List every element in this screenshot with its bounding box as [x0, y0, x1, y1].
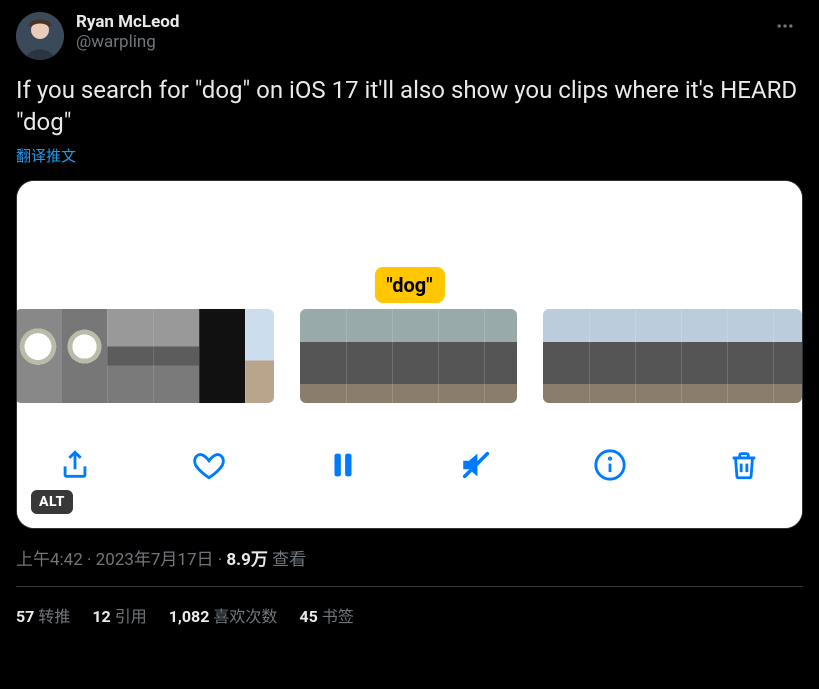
- sep: ·: [83, 550, 96, 570]
- tweet-container: Ryan McLeod @warpling If you search for …: [0, 0, 819, 643]
- thumbnail-frame: [392, 309, 438, 403]
- pause-icon[interactable]: [313, 435, 373, 495]
- tweet-time[interactable]: 上午4:42: [16, 550, 83, 570]
- quotes-label: 引用: [115, 607, 147, 626]
- video-timeline[interactable]: [17, 309, 802, 403]
- user-info: Ryan McLeod @warpling: [76, 12, 759, 52]
- clip-group-2[interactable]: [300, 309, 516, 403]
- media-top-area: "dog": [17, 181, 802, 309]
- tweet-header: Ryan McLeod @warpling: [16, 12, 803, 60]
- info-icon[interactable]: [580, 435, 640, 495]
- stat-bookmarks[interactable]: 45 书签: [299, 603, 353, 627]
- tweet-text: If you search for "dog" on iOS 17 it'll …: [16, 74, 803, 139]
- bookmarks-count: 45: [299, 607, 317, 626]
- sep: ·: [214, 550, 227, 570]
- mute-icon[interactable]: [446, 435, 506, 495]
- thumbnail-frame: [346, 309, 392, 403]
- heart-icon[interactable]: [179, 435, 239, 495]
- thumbnail-frame: [300, 309, 346, 403]
- stat-retweets[interactable]: 57转推: [16, 603, 70, 627]
- thumbnail-frame: [484, 309, 516, 403]
- quotes-count: 12: [92, 607, 110, 626]
- trash-icon[interactable]: [714, 435, 774, 495]
- avatar[interactable]: [16, 12, 64, 60]
- more-options-button[interactable]: [771, 12, 799, 44]
- thumbnail-frame: [61, 309, 107, 403]
- caption-bubble: "dog": [374, 267, 444, 303]
- share-icon[interactable]: [45, 435, 105, 495]
- stat-quotes[interactable]: 12 引用: [92, 603, 146, 627]
- media-attachment[interactable]: "dog": [16, 180, 803, 529]
- user-handle[interactable]: @warpling: [76, 32, 759, 52]
- thumbnail-frame: [727, 309, 773, 403]
- thumbnail-frame: [589, 309, 635, 403]
- thumbnail-frame: [107, 309, 153, 403]
- likes-label: 喜欢次数: [213, 607, 277, 626]
- retweets-label: 转推: [38, 607, 70, 626]
- tweet-stats: 57转推 12 引用 1,082喜欢次数 45 书签: [16, 587, 803, 643]
- thumbnail-frame: [438, 309, 484, 403]
- thumbnail-frame: [245, 309, 274, 403]
- clip-group-3[interactable]: [543, 309, 802, 403]
- display-name[interactable]: Ryan McLeod: [76, 12, 759, 32]
- thumbnail-frame: [153, 309, 199, 403]
- thumbnail-frame: [199, 309, 245, 403]
- likes-count: 1,082: [169, 607, 210, 626]
- alt-badge[interactable]: ALT: [31, 490, 73, 514]
- video-controls: [17, 403, 802, 528]
- views-count: 8.9万: [226, 550, 267, 570]
- stat-likes[interactable]: 1,082喜欢次数: [169, 603, 278, 627]
- thumbnail-frame: [635, 309, 681, 403]
- retweets-count: 57: [16, 607, 34, 626]
- clip-group-1[interactable]: [17, 309, 274, 403]
- thumbnail-frame: [681, 309, 727, 403]
- bookmarks-label: 书签: [322, 607, 354, 626]
- thumbnail-frame: [543, 309, 589, 403]
- tweet-date[interactable]: 2023年7月17日: [96, 550, 214, 570]
- views-label[interactable]: 查看: [272, 550, 306, 570]
- translate-link[interactable]: 翻译推文: [16, 145, 76, 166]
- thumbnail-frame: [773, 309, 802, 403]
- tweet-meta: 上午4:42 · 2023年7月17日 · 8.9万 查看: [16, 545, 803, 587]
- thumbnail-frame: [17, 309, 61, 403]
